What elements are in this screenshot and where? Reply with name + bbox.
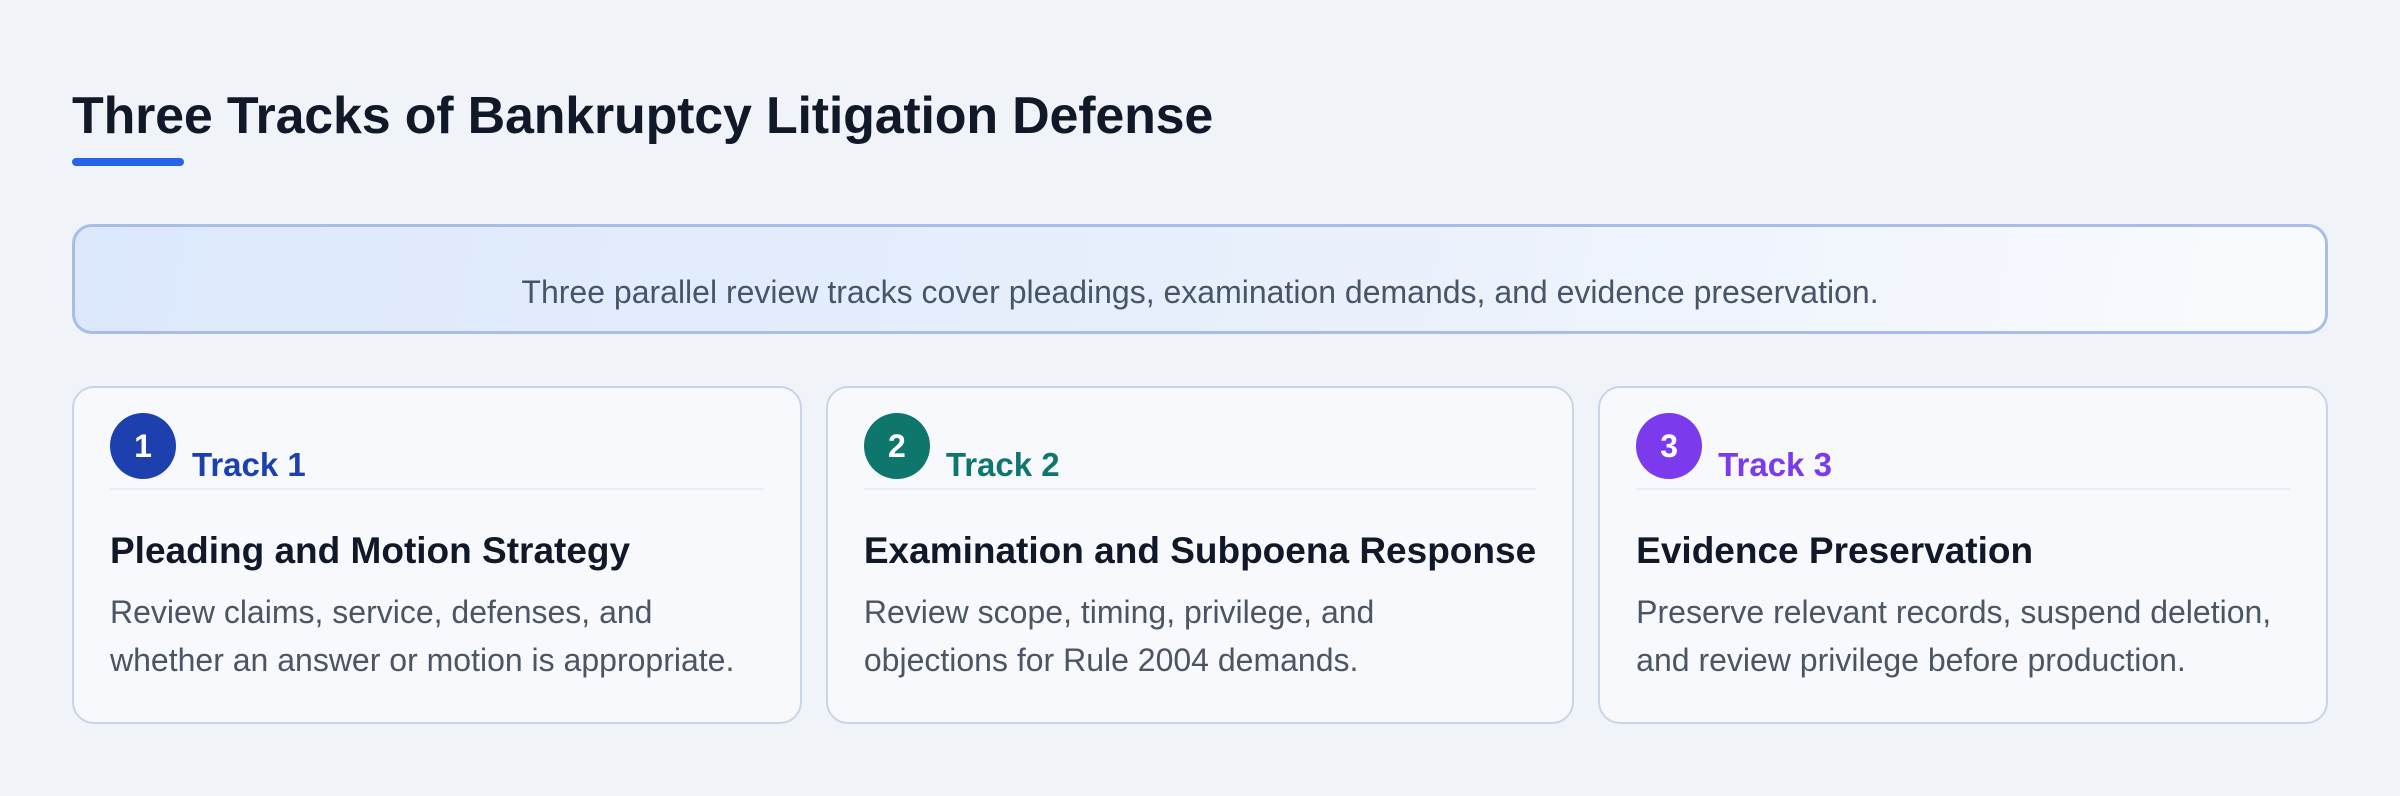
summary-banner-text: Three parallel review tracks cover plead… xyxy=(521,273,1879,310)
track-cards: 1 Track 1 Pleading and Motion Strategy R… xyxy=(72,386,2329,724)
track-description: Preserve relevant records, suspend delet… xyxy=(1636,594,2272,678)
track-card-2: 2 Track 2 Examination and Subpoena Respo… xyxy=(825,386,1575,724)
track-number-badge: 3 xyxy=(1636,413,1703,479)
track-card-1: 1 Track 1 Pleading and Motion Strategy R… xyxy=(72,386,802,724)
track-description: Review scope, timing, privilege, and obj… xyxy=(863,594,1375,678)
track-title: Examination and Subpoena Response xyxy=(863,530,1537,571)
track-card-header: 1 Track 1 xyxy=(110,413,764,490)
track-label: Track 1 xyxy=(192,446,306,483)
track-card-header: 3 Track 3 xyxy=(1636,413,2291,490)
page-title: Three Tracks of Bankruptcy Litigation De… xyxy=(72,87,1214,145)
title-underline xyxy=(72,158,184,166)
page: Three Tracks of Bankruptcy Litigation De… xyxy=(0,0,2400,796)
track-title: Pleading and Motion Strategy xyxy=(110,530,631,571)
track-number-badge: 1 xyxy=(110,413,176,479)
track-description: Review claims, service, defenses, and wh… xyxy=(110,594,735,678)
track-title: Evidence Preservation xyxy=(1636,530,2034,571)
track-number-badge: 2 xyxy=(863,413,930,479)
track-label: Track 2 xyxy=(945,446,1060,483)
track-card-header: 2 Track 2 xyxy=(863,413,1537,490)
summary-banner: Three parallel review tracks cover plead… xyxy=(72,224,2328,334)
track-card-3: 3 Track 3 Evidence Preservation Preserve… xyxy=(1598,386,2329,724)
track-label: Track 3 xyxy=(1718,446,1832,483)
